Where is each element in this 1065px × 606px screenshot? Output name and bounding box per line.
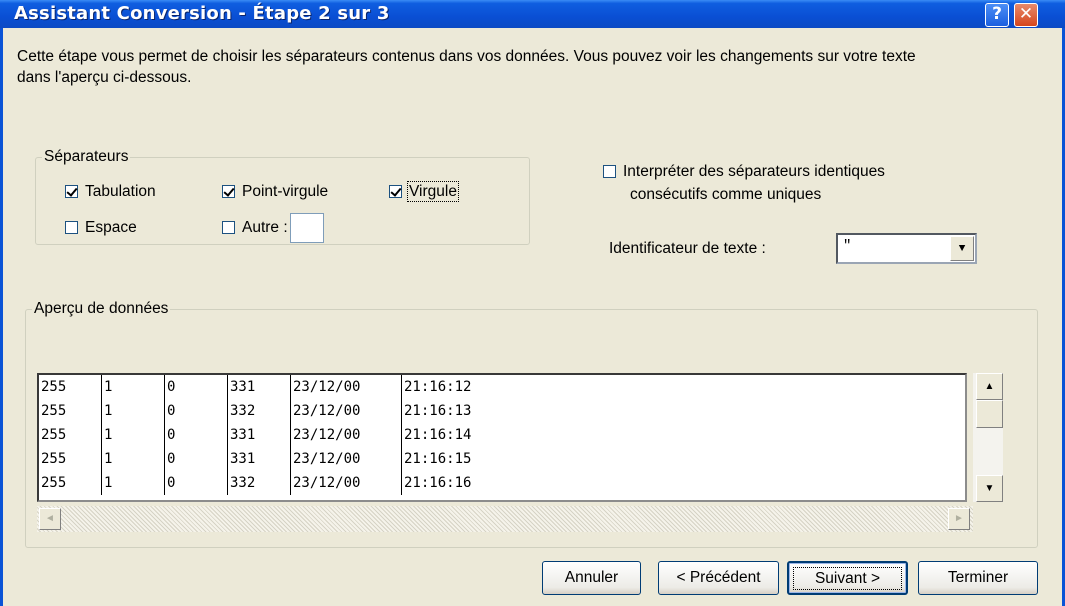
text-qualifier-label: Identificateur de texte :	[609, 240, 766, 257]
table-cell: 255	[39, 447, 102, 471]
table-cell: 255	[39, 399, 102, 423]
table-cell: 0	[164, 423, 228, 447]
checkbox-icon[interactable]	[65, 221, 78, 234]
checkbox-icon[interactable]	[222, 185, 235, 198]
table-cell: 332	[227, 471, 291, 495]
table-cell: 21:16:12	[404, 379, 472, 395]
scroll-thumb[interactable]	[976, 400, 1003, 428]
tabulation-checkbox[interactable]: Tabulation	[65, 183, 156, 201]
virgule-label: Virgule	[407, 181, 459, 202]
table-cell: 0	[164, 399, 228, 423]
title-bar[interactable]: Assistant Conversion - Étape 2 sur 3 ? ✕	[0, 0, 1065, 28]
checkbox-icon[interactable]	[222, 221, 235, 235]
table-cell: 21:16:13	[404, 403, 472, 419]
table-cell: 23/12/00	[290, 399, 402, 423]
consecutive-label-2: consécutifs comme uniques	[630, 186, 822, 203]
table-cell: 23/12/00	[290, 375, 402, 399]
point-virgule-label: Point-virgule	[242, 183, 329, 200]
next-button[interactable]: Suivant >	[787, 561, 908, 595]
scroll-left-icon[interactable]: ◄	[39, 508, 61, 530]
table-cell: 331	[227, 447, 291, 471]
table-cell: 255	[39, 471, 102, 495]
table-row: 255 1 0 332 23/12/00 21:16:16	[39, 471, 506, 495]
separators-legend: Séparateurs	[44, 148, 129, 165]
next-button-label: Suivant >	[789, 563, 906, 594]
data-preview-grid[interactable]: 255 1 0 331 23/12/00 21:16:12 255 1 0 332 23/12/00…	[37, 373, 967, 502]
table-cell: 23/12/00	[290, 447, 402, 471]
table-cell: 23/12/00	[290, 423, 402, 447]
window-title: Assistant Conversion - Étape 2 sur 3	[14, 3, 390, 24]
help-button[interactable]: ?	[985, 3, 1009, 27]
table-cell: 1	[101, 423, 165, 447]
autre-checkbox[interactable]: Autre :	[222, 213, 324, 243]
consecutive-label-1: Interpréter des séparateurs identiques	[623, 163, 885, 180]
autre-input[interactable]	[289, 213, 324, 243]
table-cell: 21:16:14	[404, 427, 472, 443]
table-row: 255 1 0 331 23/12/00 21:16:15	[39, 447, 506, 471]
scroll-up-icon[interactable]: ▲	[976, 373, 1003, 400]
previous-button[interactable]: < Précédent	[658, 561, 779, 595]
consecutive-checkbox[interactable]: Interpréter des séparateurs identiques	[603, 163, 885, 181]
point-virgule-checkbox[interactable]: Point-virgule	[222, 183, 328, 201]
dialog-window: Assistant Conversion - Étape 2 sur 3 ? ✕…	[0, 0, 1065, 606]
close-button[interactable]: ✕	[1014, 3, 1038, 27]
table-cell: 332	[227, 399, 291, 423]
table-cell: 0	[164, 375, 228, 399]
espace-checkbox[interactable]: Espace	[65, 219, 137, 237]
finish-button[interactable]: Terminer	[918, 561, 1038, 595]
autre-label: Autre :	[242, 219, 288, 237]
table-cell: 1	[101, 399, 165, 423]
table-cell: 331	[227, 375, 291, 399]
vertical-scrollbar[interactable]: ▲ ▼	[973, 373, 1003, 502]
table-row: 255 1 0 331 23/12/00 21:16:14	[39, 423, 506, 447]
table-cell: 1	[101, 447, 165, 471]
table-cell: 255	[39, 375, 102, 399]
table-row: 255 1 0 331 23/12/00 21:16:12	[39, 375, 506, 399]
table-cell: 1	[101, 375, 165, 399]
text-qualifier-select[interactable]: " ▼	[836, 233, 977, 264]
chevron-down-icon[interactable]: ▼	[950, 236, 974, 261]
table-cell: 0	[164, 471, 228, 495]
scroll-right-icon[interactable]: ►	[948, 508, 970, 530]
table-cell: 255	[39, 423, 102, 447]
checkbox-icon[interactable]	[603, 165, 616, 178]
step-description: Cette étape vous permet de choisir les s…	[17, 48, 916, 86]
table-cell: 1	[101, 471, 165, 495]
scroll-down-icon[interactable]: ▼	[976, 475, 1003, 502]
table-row: 255 1 0 332 23/12/00 21:16:13	[39, 399, 506, 423]
espace-label: Espace	[85, 219, 137, 236]
tabulation-label: Tabulation	[85, 183, 156, 200]
table-cell: 23/12/00	[290, 471, 402, 495]
table-cell: 21:16:15	[404, 451, 472, 467]
checkbox-icon[interactable]	[65, 185, 78, 198]
preview-legend: Aperçu de données	[34, 300, 169, 317]
cancel-button[interactable]: Annuler	[542, 561, 641, 595]
table-cell: 0	[164, 447, 228, 471]
table-cell: 331	[227, 423, 291, 447]
table-cell: 21:16:16	[404, 475, 472, 491]
checkbox-icon[interactable]	[389, 185, 402, 198]
preview-table: 255 1 0 331 23/12/00 21:16:12 255 1 0 332 23/12/00…	[39, 375, 506, 495]
text-qualifier-value: "	[843, 238, 852, 254]
virgule-checkbox[interactable]: Virgule	[389, 181, 459, 202]
horizontal-scrollbar[interactable]: ◄ ►	[37, 506, 973, 532]
